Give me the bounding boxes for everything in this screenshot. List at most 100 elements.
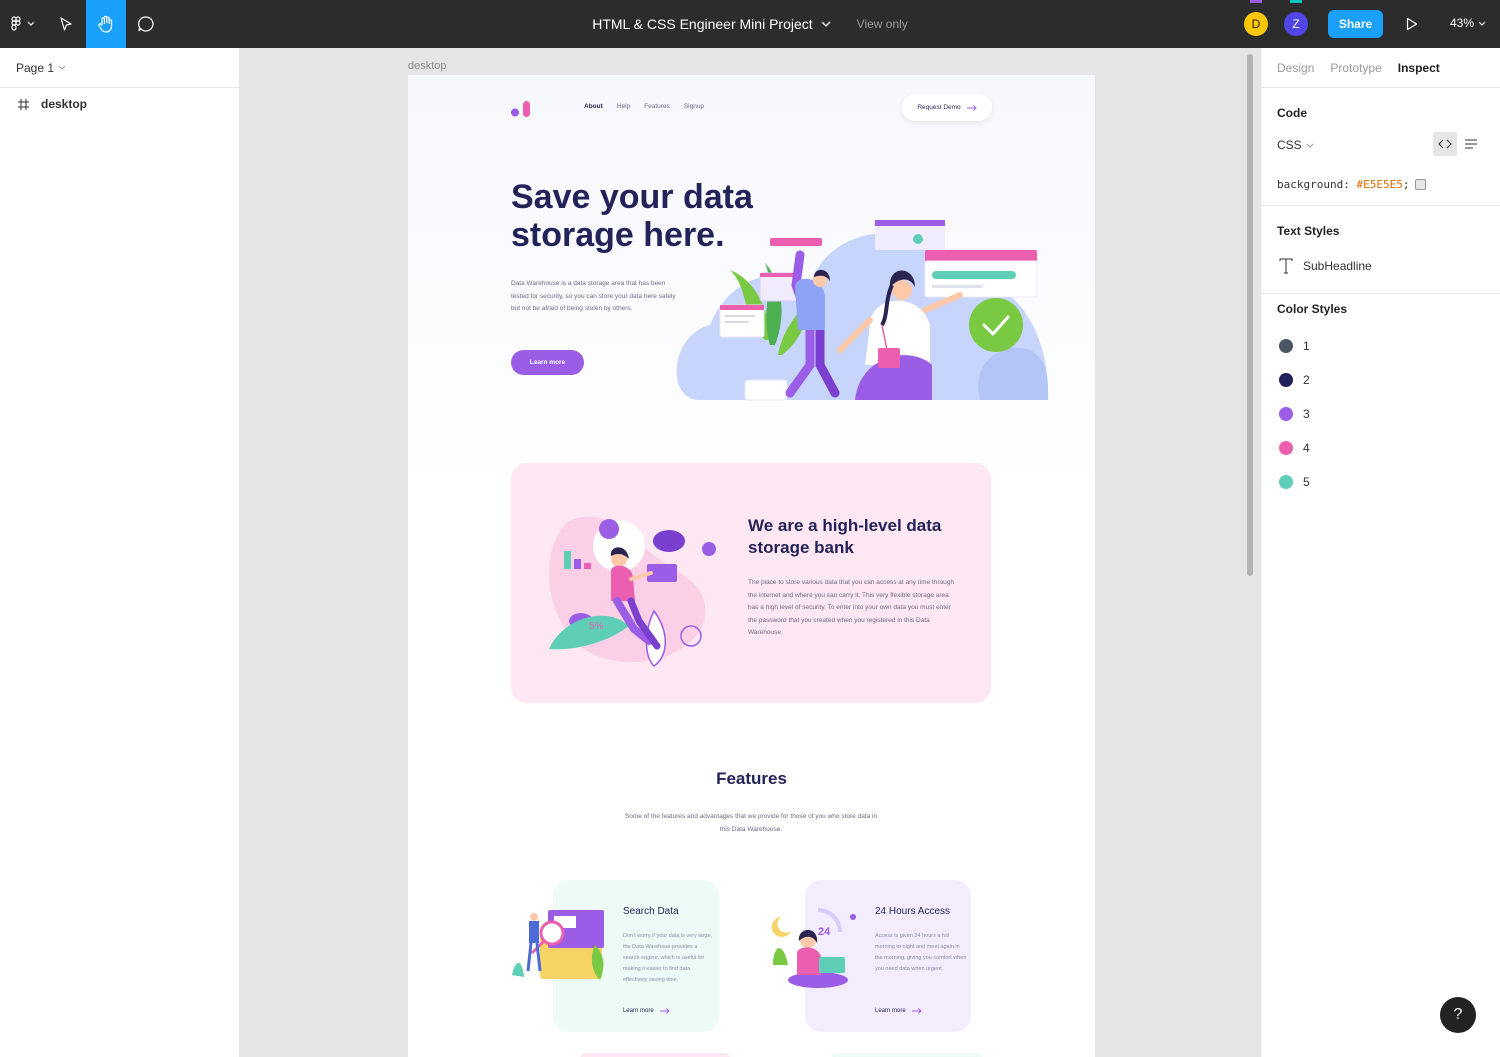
arrow-right-icon	[659, 1008, 670, 1014]
main-menu-button[interactable]	[0, 0, 46, 48]
nav-link-signup[interactable]: Signup	[684, 103, 704, 110]
avatar[interactable]: Z	[1284, 12, 1308, 36]
text-style-name: SubHeadline	[1303, 259, 1372, 273]
code-brackets-icon	[1438, 139, 1452, 149]
brand-logo-icon	[511, 101, 530, 117]
css-code-line[interactable]: background: #E5E5E5;	[1277, 178, 1427, 191]
tab-prototype[interactable]: Prototype	[1330, 61, 1381, 75]
svg-text:24: 24	[818, 926, 831, 938]
panel-tabs: Design Prototype Inspect	[1261, 48, 1500, 88]
chevron-down-icon	[1306, 143, 1314, 148]
nav-link-about[interactable]: About	[584, 103, 603, 110]
feature-description-search: Don't worry if your data is very large, …	[623, 933, 713, 983]
code-language-select[interactable]: CSS	[1277, 138, 1314, 152]
color-styles-heading: Color Styles	[1277, 302, 1348, 316]
desktop-frame[interactable]: About Help Features Signup Request Demo …	[408, 75, 1095, 1057]
avatar[interactable]: D	[1244, 12, 1268, 36]
learn-more-label: Learn more	[875, 1008, 906, 1014]
avatar-presence-indicator	[1250, 0, 1262, 3]
bank-illustration: 5%	[549, 516, 716, 667]
layer-name: desktop	[41, 97, 88, 111]
css-value: #E5E5E5	[1356, 178, 1403, 191]
zoom-control[interactable]: 43%	[1450, 16, 1486, 30]
avatar-presence-indicator	[1290, 0, 1302, 3]
features-description: Some of the features and advantages that…	[624, 813, 878, 833]
nav-link-features[interactable]: Features	[644, 103, 670, 110]
present-button[interactable]	[1400, 12, 1424, 36]
share-button[interactable]: Share	[1328, 10, 1383, 38]
play-icon	[1406, 17, 1418, 31]
comment-tool-button[interactable]	[126, 0, 166, 48]
text-styles-heading: Text Styles	[1277, 224, 1340, 238]
page-selector[interactable]: Page 1	[0, 48, 239, 88]
code-heading: Code	[1277, 106, 1307, 120]
hero-illustration	[676, 220, 1049, 401]
features-title: Features	[716, 769, 787, 788]
access-24-hours-illustration: 24	[771, 908, 856, 988]
feature-title-search: Search Data	[623, 906, 679, 917]
arrow-right-icon	[966, 104, 977, 111]
cursor-icon	[60, 17, 72, 31]
color-style-name: 1	[1303, 339, 1310, 353]
color-swatch	[1279, 475, 1293, 489]
svg-text:5%: 5%	[589, 621, 604, 632]
move-tool-button[interactable]	[46, 0, 86, 48]
document-title[interactable]: HTML & CSS Engineer Mini Project	[592, 16, 812, 32]
hand-icon	[98, 15, 113, 33]
feature-card-partial	[580, 1053, 730, 1057]
top-nav: About Help Features Signup	[584, 103, 704, 110]
css-terminator: ;	[1402, 178, 1410, 191]
frame-label[interactable]: desktop	[408, 60, 447, 72]
color-style-item[interactable]: 5	[1279, 475, 1310, 489]
learn-more-label: Learn more	[623, 1008, 654, 1014]
question-mark-icon: ?	[1453, 1006, 1463, 1023]
color-swatch	[1279, 407, 1293, 421]
zoom-level: 43%	[1450, 16, 1475, 30]
feature-learn-more-link[interactable]: Learn more	[875, 1008, 922, 1014]
tab-design[interactable]: Design	[1277, 61, 1314, 75]
bank-description: The place to store various data that you…	[748, 579, 954, 636]
storage-bank-card: 5% We are a high-level data storage bank…	[511, 463, 991, 703]
chevron-down-icon	[1478, 21, 1486, 26]
feature-card-partial	[832, 1053, 982, 1057]
search-data-illustration	[512, 910, 604, 980]
feature-description-access: Access is given 24 hours a full morning …	[875, 933, 967, 972]
color-style-item[interactable]: 1	[1279, 339, 1310, 353]
frame-icon	[18, 98, 29, 110]
toolbar: HTML & CSS Engineer Mini Project View on…	[0, 0, 1500, 48]
color-swatch	[1279, 373, 1293, 387]
chevron-down-icon[interactable]	[821, 21, 831, 27]
comment-icon	[138, 16, 154, 32]
color-swatch	[1415, 179, 1427, 190]
feature-learn-more-link[interactable]: Learn more	[623, 1008, 670, 1014]
layer-item-desktop[interactable]: desktop	[0, 88, 239, 120]
list-view-button[interactable]	[1459, 132, 1483, 156]
page-name: Page 1	[16, 60, 55, 75]
css-property: background:	[1277, 178, 1350, 191]
canvas-scrollbar[interactable]	[1247, 54, 1253, 576]
color-style-name: 5	[1303, 475, 1310, 489]
request-demo-button[interactable]: Request Demo	[902, 94, 992, 121]
text-style-item[interactable]: SubHeadline	[1279, 258, 1372, 274]
code-section: Code CSS background: #E5E5E5;	[1261, 88, 1500, 206]
feature-title-access: 24 Hours Access	[875, 906, 951, 917]
tab-inspect[interactable]: Inspect	[1398, 61, 1440, 75]
hand-tool-button[interactable]	[86, 0, 126, 48]
color-swatch	[1279, 339, 1293, 353]
help-button[interactable]: ?	[1440, 997, 1476, 1033]
figma-logo-icon	[11, 16, 35, 31]
color-style-item[interactable]: 4	[1279, 441, 1310, 455]
color-style-item[interactable]: 3	[1279, 407, 1310, 421]
learn-more-button[interactable]: Learn more	[511, 350, 584, 375]
view-mode-label: View only	[856, 17, 908, 31]
code-language: CSS	[1277, 138, 1302, 152]
document-title-area: HTML & CSS Engineer Mini Project View on…	[0, 0, 1500, 48]
color-style-name: 4	[1303, 441, 1310, 455]
color-style-item[interactable]: 2	[1279, 373, 1310, 387]
code-view-button[interactable]	[1433, 132, 1457, 156]
nav-link-help[interactable]: Help	[617, 103, 630, 110]
request-demo-label: Request Demo	[917, 104, 961, 111]
hero-description: Data Warehouse is a data storage area th…	[511, 280, 676, 312]
color-swatch	[1279, 441, 1293, 455]
color-style-name: 2	[1303, 373, 1310, 387]
